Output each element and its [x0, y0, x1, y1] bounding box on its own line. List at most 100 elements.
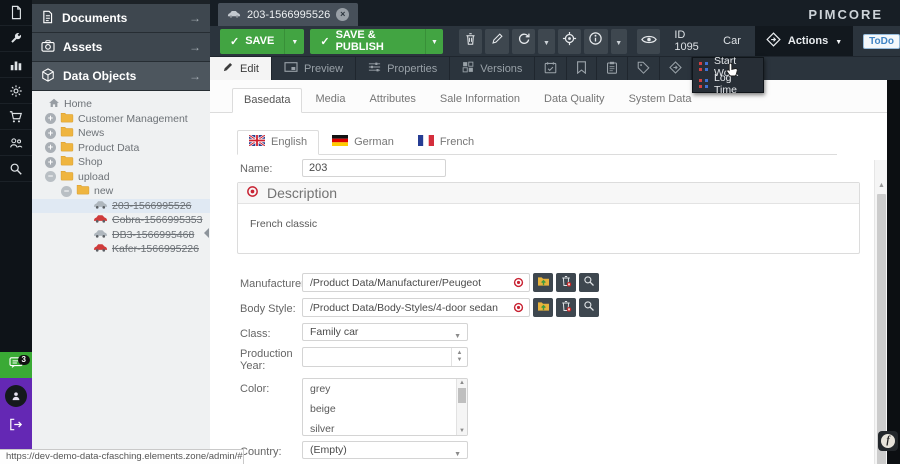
settings-rail-button[interactable]: [0, 78, 32, 104]
listbox-scrollbar[interactable]: ▲ ▼: [456, 379, 467, 435]
pimcore-logo: PIMCORE: [808, 7, 883, 22]
expand-plus-icon[interactable]: [45, 113, 56, 124]
rename-button[interactable]: [485, 29, 508, 54]
save-publish-button[interactable]: SAVE & PUBLISH: [310, 29, 443, 54]
flag-uk-icon: [249, 135, 265, 149]
expand-plus-icon[interactable]: [45, 128, 56, 139]
scrollbar-thumb[interactable]: [458, 388, 466, 403]
class-select[interactable]: Family car: [302, 323, 468, 341]
tree-node-object-cobra[interactable]: Cobra-1566995353: [32, 213, 210, 228]
tag-icon: [637, 61, 650, 77]
open-relation-button[interactable]: [533, 298, 553, 317]
production-year-spinner[interactable]: ▲▼: [302, 347, 468, 367]
sliders-icon: [368, 61, 381, 76]
pencil-icon: [491, 32, 504, 50]
car-red-icon: [93, 214, 108, 226]
lang-tab-german[interactable]: German: [321, 130, 405, 154]
subtab-data-quality[interactable]: Data Quality: [533, 88, 616, 112]
tab-tags[interactable]: [628, 57, 660, 80]
name-input[interactable]: [302, 159, 446, 177]
documents-rail-button[interactable]: [0, 0, 32, 26]
reload-button[interactable]: [512, 29, 535, 54]
color-option-beige[interactable]: beige: [303, 399, 467, 419]
open-object-tab[interactable]: 203-1566995526: [218, 3, 358, 26]
search-rail-button[interactable]: [0, 156, 32, 182]
save-publish-dropdown-button[interactable]: [425, 29, 443, 54]
color-option-grey[interactable]: grey: [303, 379, 467, 399]
ecommerce-rail-button[interactable]: [0, 104, 32, 130]
scrollbar-thumb[interactable]: [877, 194, 886, 464]
shopping-cart-icon: [9, 110, 23, 124]
subtab-attributes[interactable]: Attributes: [358, 88, 426, 112]
logout-button[interactable]: [0, 415, 32, 439]
tree-node-shop[interactable]: Shop: [32, 155, 210, 170]
tree-node-object-db3[interactable]: DB3-1566995468: [32, 228, 210, 243]
close-icon[interactable]: [336, 8, 349, 21]
tree-node-new[interactable]: new: [32, 184, 210, 199]
accordion-documents-label: Documents: [62, 11, 127, 25]
search-relation-button[interactable]: [579, 298, 599, 317]
info-dropdown-button[interactable]: [611, 29, 627, 54]
open-preview-button[interactable]: [637, 29, 660, 54]
expand-plus-icon[interactable]: [45, 157, 56, 168]
tab-notes[interactable]: [567, 57, 597, 80]
tree-node-news[interactable]: News: [32, 126, 210, 141]
floating-extension-button[interactable]: f: [878, 431, 898, 451]
remove-relation-button[interactable]: [556, 273, 576, 292]
target-icon: [562, 31, 577, 51]
locate-in-tree-button[interactable]: [558, 29, 581, 54]
tree-node-product-data[interactable]: Product Data: [32, 141, 210, 156]
accordion-assets[interactable]: Assets: [32, 33, 210, 62]
description-wysiwyg[interactable]: French classic: [238, 204, 859, 244]
content-scrollbar[interactable]: ▲: [874, 160, 887, 464]
info-button[interactable]: [584, 29, 607, 54]
tree-node-object-kafer[interactable]: Kafer-1566995226: [32, 242, 210, 257]
reports-rail-button[interactable]: [0, 52, 32, 78]
accordion-data-objects[interactable]: Data Objects: [32, 62, 210, 91]
tab-workflow[interactable]: [660, 57, 692, 80]
color-option-silver[interactable]: silver: [303, 419, 467, 436]
open-relation-button[interactable]: [533, 273, 553, 292]
subtab-system-data[interactable]: System Data: [618, 88, 703, 112]
user-avatar[interactable]: [5, 385, 27, 407]
tab-preview-label: Preview: [304, 63, 343, 75]
reload-dropdown-button[interactable]: [538, 29, 554, 54]
subtab-sale-information[interactable]: Sale Information: [429, 88, 531, 112]
tab-scheduler[interactable]: [535, 57, 567, 80]
tab-edit[interactable]: Edit: [210, 57, 272, 80]
expand-plus-icon[interactable]: [45, 142, 56, 153]
accordion-documents[interactable]: Documents: [32, 4, 210, 33]
menu-item-log-time[interactable]: Log Time: [693, 75, 763, 92]
tab-properties[interactable]: Properties: [356, 57, 450, 80]
delete-button[interactable]: [459, 29, 482, 54]
workflow-status-badge[interactable]: ToDo: [863, 34, 900, 49]
tree-node-home[interactable]: Home: [32, 97, 210, 112]
subtab-media[interactable]: Media: [304, 88, 356, 112]
body-style-input[interactable]: /Product Data/Body-Styles/4-door sedan: [302, 298, 530, 317]
spinner-arrows[interactable]: ▲▼: [451, 348, 467, 366]
tree-node-customer-management[interactable]: Customer Management: [32, 112, 210, 127]
collapse-minus-icon[interactable]: [61, 186, 72, 197]
tab-reports[interactable]: [597, 57, 628, 80]
search-relation-button[interactable]: [579, 273, 599, 292]
country-select[interactable]: (Empty): [302, 441, 468, 459]
save-dropdown-button[interactable]: [284, 29, 304, 54]
lang-tab-french[interactable]: French: [407, 130, 485, 154]
subtab-basedata[interactable]: Basedata: [232, 88, 302, 113]
chat-button[interactable]: 3: [0, 352, 32, 378]
chevron-down-icon: [454, 447, 461, 459]
collapse-minus-icon[interactable]: [45, 171, 56, 182]
tree-node-object-203[interactable]: 203-1566995526: [32, 199, 210, 214]
remove-relation-button[interactable]: [556, 298, 576, 317]
users-rail-button[interactable]: [0, 130, 32, 156]
panel-collapse-handle[interactable]: [204, 228, 209, 238]
actions-button[interactable]: Actions: [755, 26, 853, 56]
tab-versions[interactable]: Versions: [450, 57, 535, 80]
tools-rail-button[interactable]: [0, 26, 32, 52]
save-button[interactable]: SAVE: [220, 29, 304, 54]
tree-node-upload[interactable]: upload: [32, 170, 210, 185]
tab-preview[interactable]: Preview: [272, 57, 356, 80]
manufacturer-input[interactable]: /Product Data/Manufacturer/Peugeot: [302, 273, 530, 292]
lang-tab-english[interactable]: English: [237, 130, 319, 155]
color-multiselect[interactable]: grey beige silver ▲ ▼: [302, 378, 468, 436]
